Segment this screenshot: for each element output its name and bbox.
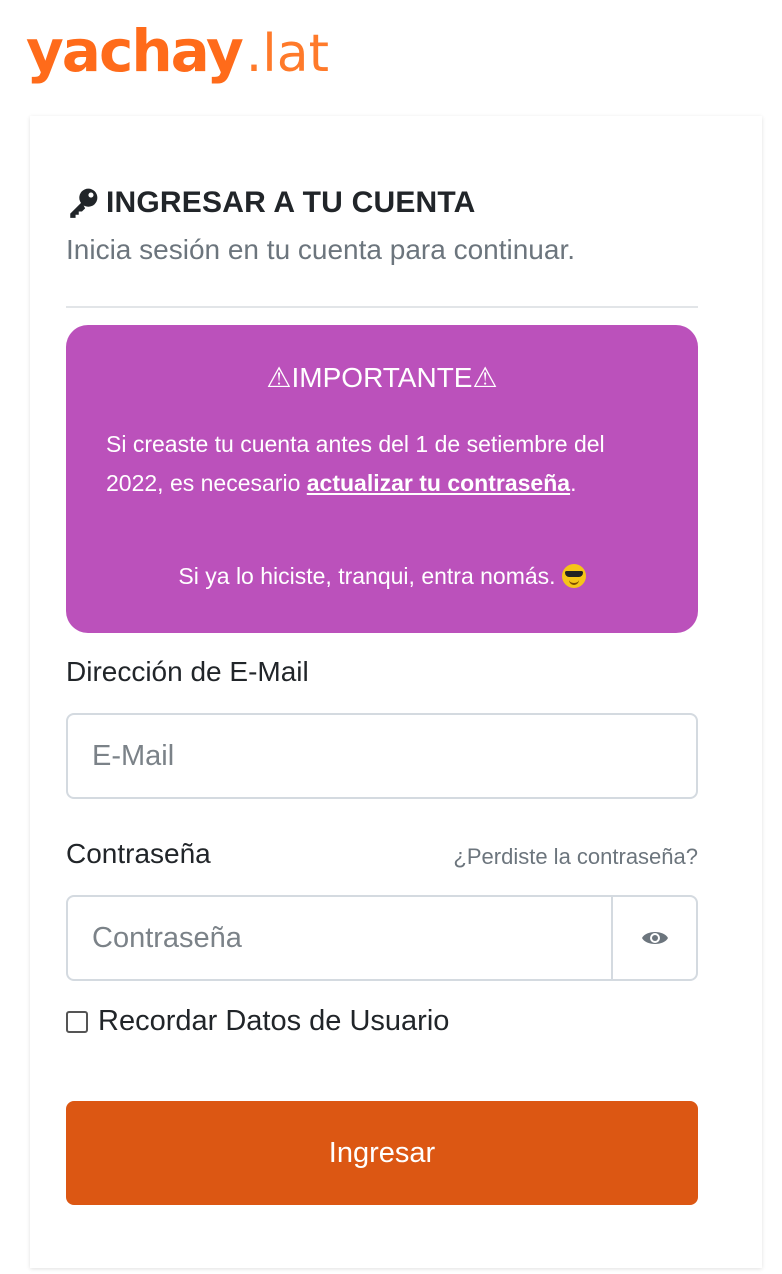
login-submit-button[interactable]: Ingresar [66,1101,698,1205]
logo-main-text: yachay [26,17,244,85]
email-label: Dirección de E-Mail [66,656,309,687]
remember-checkbox[interactable] [66,1010,88,1033]
notice-body-suffix: . [570,470,577,496]
eye-icon [641,932,668,944]
login-card: INGRESAR A TU CUENTA Inicia sesión en tu… [30,116,762,1268]
key-icon [70,188,98,218]
brand-logo[interactable]: yachay .lat [26,22,329,102]
password-input-group [66,895,698,981]
important-notice: ⚠IMPORTANTE⚠ Si creaste tu cuenta antes … [66,325,698,633]
password-label: Contraseña [66,838,211,869]
notice-footer: Si ya lo hiciste, tranqui, entra nomás. [66,563,698,590]
page-subtitle: Inicia sesión en tu cuenta para continua… [66,234,576,265]
notice-title: ⚠IMPORTANTE⚠ [266,362,498,393]
password-input[interactable] [66,895,613,981]
remember-me[interactable]: Recordar Datos de Usuario [66,1005,449,1038]
forgot-password-link[interactable]: ¿Perdiste la contraseña? [453,844,698,870]
page-title: INGRESAR A TU CUENTA [106,186,476,219]
email-input[interactable] [66,713,698,799]
toggle-password-visibility-button[interactable] [611,895,698,981]
update-password-link[interactable]: actualizar tu contraseña [307,470,570,496]
logo-tld-text: .lat [245,24,330,84]
sunglasses-emoji-icon [561,564,586,588]
remember-label: Recordar Datos de Usuario [98,1005,450,1037]
notice-footer-text: Si ya lo hiciste, tranqui, entra nomás. [178,563,556,589]
header-divider [66,306,698,308]
page-title-row: INGRESAR A TU CUENTA [66,186,476,220]
notice-body: Si creaste tu cuenta antes del 1 de seti… [106,425,658,503]
